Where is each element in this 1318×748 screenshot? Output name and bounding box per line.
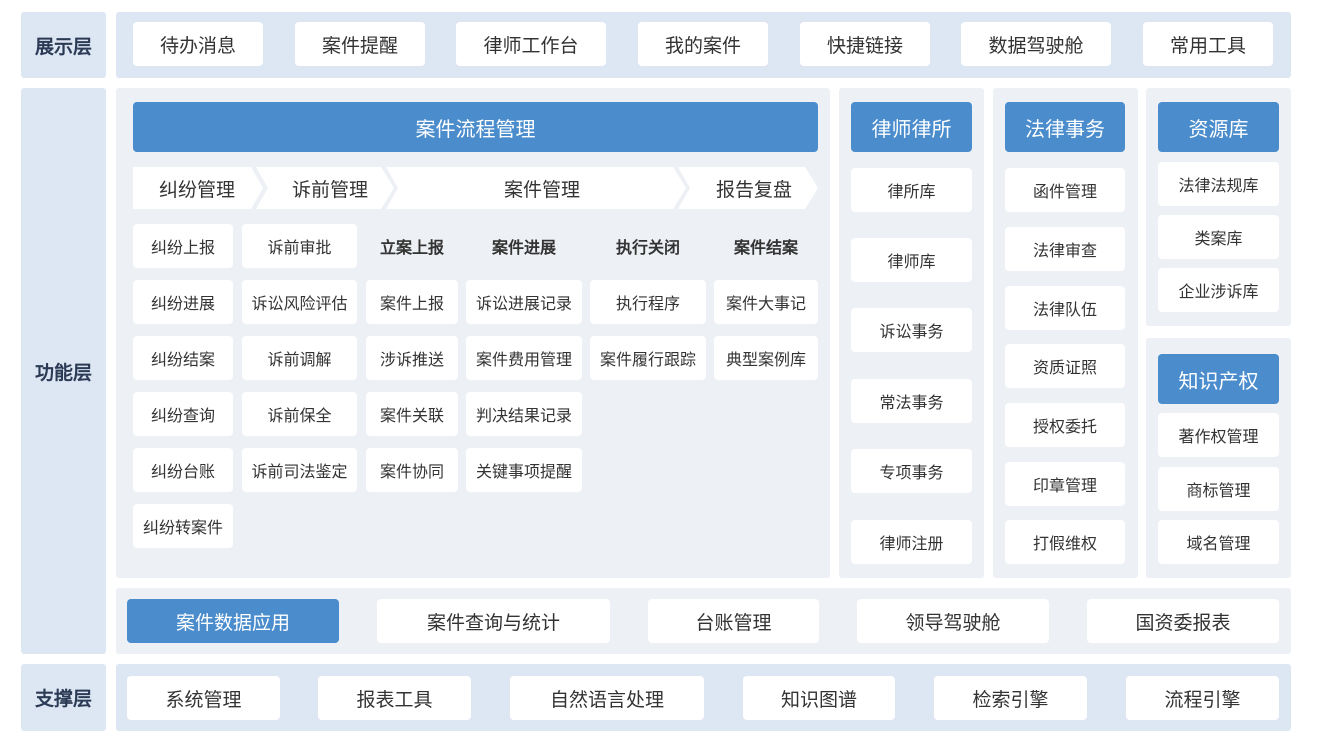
presentation-item[interactable]: 案件提醒 [295,22,425,66]
pre-litigation-item[interactable]: 诉前司法鉴定 [242,448,357,492]
lawyers-item[interactable]: 专项事务 [851,449,972,493]
support-item[interactable]: 检索引擎 [934,676,1087,720]
support-item[interactable]: 知识图谱 [743,676,895,720]
pre-litigation-item[interactable]: 诉前调解 [242,336,357,380]
execution-item[interactable]: 案件履行跟踪 [590,336,706,380]
filing-item[interactable]: 案件协同 [366,448,458,492]
data-app-item-active[interactable]: 案件数据应用 [127,599,339,643]
progress-item[interactable]: 关键事项提醒 [466,448,582,492]
col-head-closing: 案件结案 [733,238,798,257]
col-head-progress: 案件进展 [491,238,556,257]
lawyers-item[interactable]: 诉讼事务 [851,308,972,352]
resources-item[interactable]: 类案库 [1158,215,1279,259]
closing-item[interactable]: 典型案例库 [714,336,818,380]
progress-item[interactable]: 案件费用管理 [466,336,582,380]
presentation-item[interactable]: 待办消息 [133,22,263,66]
stage-report-review[interactable]: 报告复盘 [690,167,818,209]
layer-label-support: 支撑层 [21,664,106,731]
dispute-item[interactable]: 纠纷转案件 [133,504,233,548]
dispute-item[interactable]: 纠纷查询 [133,392,233,436]
support-item[interactable]: 自然语言处理 [510,676,704,720]
data-app-item[interactable]: 领导驾驶舱 [857,599,1049,643]
data-app-item[interactable]: 案件查询与统计 [377,599,610,643]
legal-affairs-item[interactable]: 法律队伍 [1005,286,1125,330]
closing-item[interactable]: 案件大事记 [714,280,818,324]
presentation-item[interactable]: 数据驾驶舱 [961,22,1111,66]
lawyers-item[interactable]: 律师注册 [851,520,972,564]
presentation-item[interactable]: 我的案件 [638,22,768,66]
stage-case-management[interactable]: 案件管理 [398,167,686,209]
legal-affairs-item[interactable]: 打假维权 [1005,520,1125,564]
support-item[interactable]: 流程引擎 [1126,676,1279,720]
pre-litigation-item[interactable]: 诉前保全 [242,392,357,436]
pre-litigation-item[interactable]: 诉前审批 [242,224,357,268]
dispute-item[interactable]: 纠纷上报 [133,224,233,268]
lawyers-item[interactable]: 律师库 [851,238,972,282]
support-item[interactable]: 报表工具 [318,676,471,720]
col-head-filing: 立案上报 [379,238,444,257]
resources-title[interactable]: 资源库 [1158,102,1279,152]
data-app-item[interactable]: 台账管理 [648,599,819,643]
pre-litigation-item[interactable]: 诉讼风险评估 [242,280,357,324]
data-app-item[interactable]: 国资委报表 [1087,599,1279,643]
progress-item[interactable]: 诉讼进展记录 [466,280,582,324]
ip-title[interactable]: 知识产权 [1158,354,1279,404]
presentation-item[interactable]: 快捷链接 [800,22,930,66]
support-item[interactable]: 系统管理 [127,676,280,720]
legal-affairs-item[interactable]: 资质证照 [1005,344,1125,388]
legal-affairs-item[interactable]: 函件管理 [1005,168,1125,212]
legal-affairs-item[interactable]: 印章管理 [1005,462,1125,506]
resources-item[interactable]: 企业涉诉库 [1158,268,1279,312]
ip-item[interactable]: 著作权管理 [1158,413,1279,457]
resources-item[interactable]: 法律法规库 [1158,162,1279,206]
stage-pre-litigation[interactable]: 诉前管理 [266,167,394,209]
presentation-item[interactable]: 律师工作台 [456,22,606,66]
filing-item[interactable]: 涉诉推送 [366,336,458,380]
lawyers-title[interactable]: 律师律所 [851,102,972,152]
ip-item[interactable]: 域名管理 [1158,520,1279,564]
lawyers-item[interactable]: 常法事务 [851,379,972,423]
dispute-item[interactable]: 纠纷结案 [133,336,233,380]
legal-affairs-title[interactable]: 法律事务 [1005,102,1125,152]
ip-item[interactable]: 商标管理 [1158,467,1279,511]
stage-dispute[interactable]: 纠纷管理 [133,167,261,209]
case-flow-title[interactable]: 案件流程管理 [133,102,818,152]
legal-affairs-item[interactable]: 法律审查 [1005,227,1125,271]
layer-label-function: 功能层 [21,88,106,654]
col-head-execution: 执行关闭 [615,238,680,257]
lawyers-item[interactable]: 律所库 [851,168,972,212]
layer-label-presentation: 展示层 [21,12,106,78]
progress-item[interactable]: 判决结果记录 [466,392,582,436]
dispute-item[interactable]: 纠纷进展 [133,280,233,324]
filing-item[interactable]: 案件上报 [366,280,458,324]
dispute-item[interactable]: 纠纷台账 [133,448,233,492]
filing-item[interactable]: 案件关联 [366,392,458,436]
legal-affairs-item[interactable]: 授权委托 [1005,403,1125,447]
presentation-item[interactable]: 常用工具 [1143,22,1273,66]
execution-item[interactable]: 执行程序 [590,280,706,324]
